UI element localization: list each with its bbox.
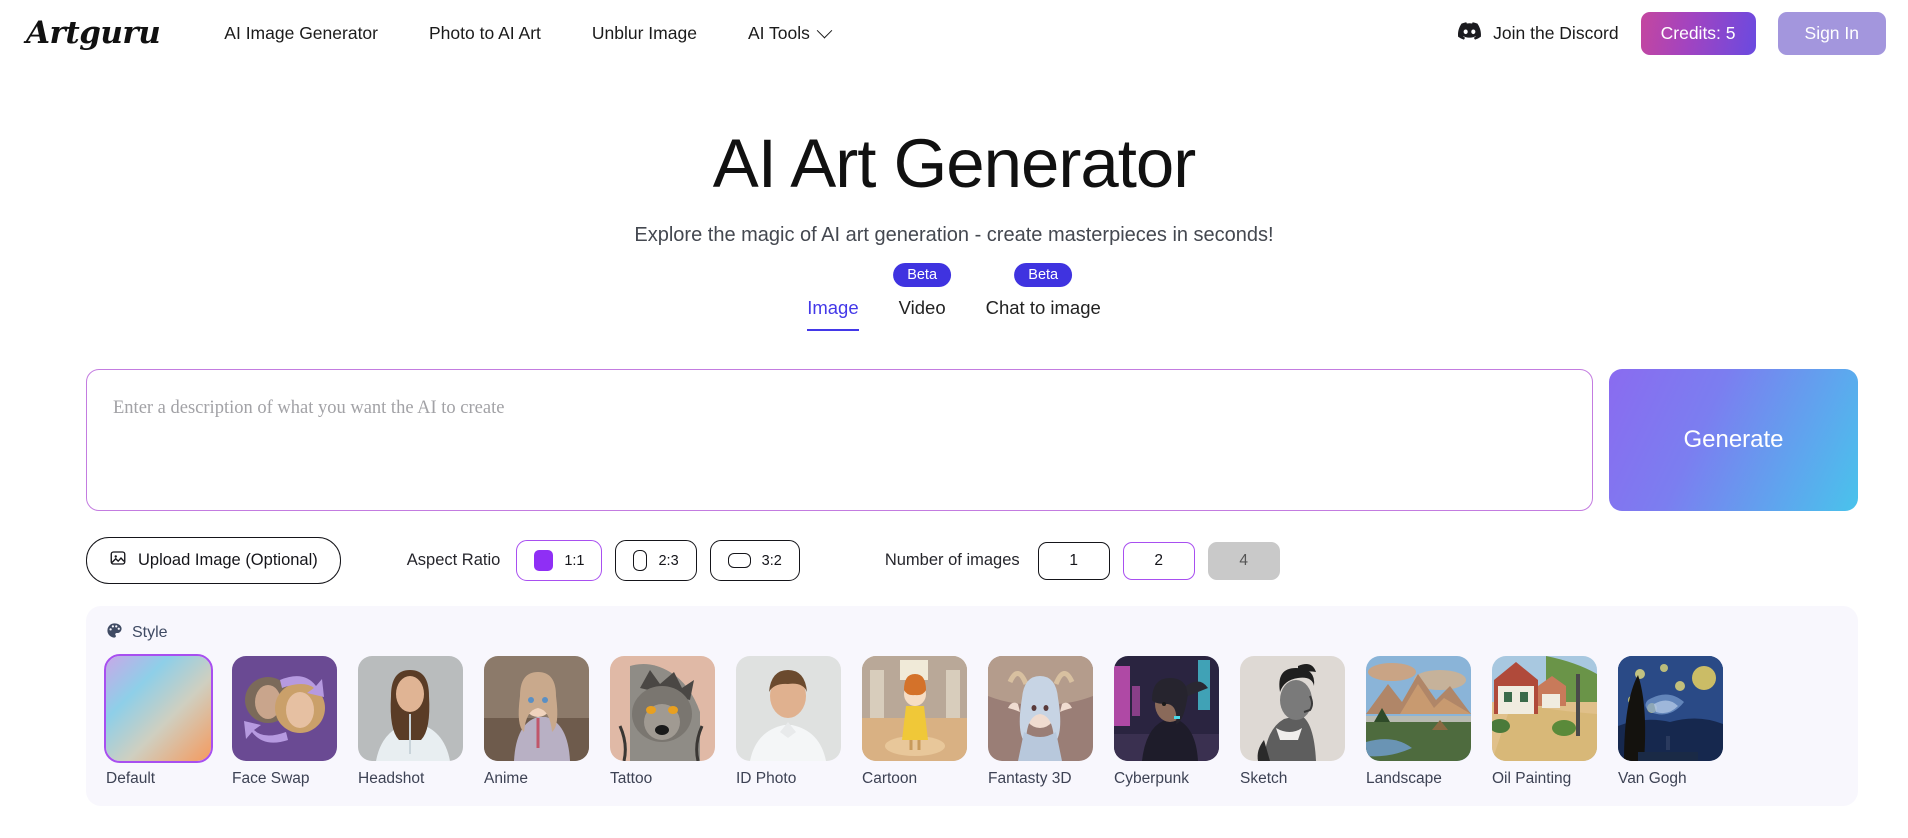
style-item-sketch[interactable]: Sketch [1240, 656, 1345, 788]
aspect-ratio-option-1-1[interactable]: 1:1 [516, 540, 603, 581]
nav-label: Photo to AI Art [429, 22, 541, 43]
style-item-default[interactable]: Default [104, 654, 213, 788]
tab-video[interactable]: Beta Video [893, 263, 952, 331]
style-item-headshot[interactable]: Headshot [358, 656, 463, 788]
style-thumbnail [1114, 656, 1219, 761]
style-item-cartoon[interactable]: Cartoon [862, 656, 967, 788]
number-of-images-group: 1 2 4 [1037, 541, 1280, 580]
nav-label: Unblur Image [591, 22, 697, 43]
image-icon [109, 549, 127, 572]
aspect-ratio-label: Aspect Ratio [406, 551, 501, 569]
style-name: Anime [484, 770, 528, 787]
style-item-cyberpunk[interactable]: Cyberpunk [1114, 656, 1219, 788]
style-name: Fantasty 3D [988, 770, 1072, 787]
style-item-face-swap[interactable]: Face Swap [232, 656, 337, 788]
style-name: Landscape [1366, 770, 1442, 787]
style-item-oil-painting[interactable]: Oil Painting [1492, 656, 1597, 788]
style-thumbnail [358, 656, 463, 761]
prompt-row: Enter a description of what you want the… [86, 369, 1858, 511]
style-item-landscape[interactable]: Landscape [1366, 656, 1471, 788]
beta-badge: Beta [1014, 263, 1073, 287]
number-option-2[interactable]: 2 [1122, 541, 1195, 580]
generate-button[interactable]: Generate [1609, 369, 1858, 511]
page-subtitle: Explore the magic of AI art generation -… [634, 224, 1274, 246]
main-nav: AI Image Generator Photo to AI Art Unblu… [224, 22, 833, 44]
palette-icon [106, 622, 123, 644]
tab-label: Video [898, 297, 946, 318]
style-thumbnail [1366, 656, 1471, 761]
prompt-placeholder: Enter a description of what you want the… [113, 398, 505, 418]
style-thumbnail [1240, 656, 1345, 761]
style-name: Oil Painting [1492, 770, 1572, 787]
beta-badge: Beta [893, 263, 952, 287]
aspect-ratio-value: 2:3 [658, 552, 679, 569]
style-name: Sketch [1240, 770, 1288, 787]
style-panel: Style Default Face Swap Headshot Anime T… [86, 606, 1858, 806]
nav-label: AI Tools [747, 22, 810, 43]
discord-label: Join the Discord [1493, 22, 1619, 43]
style-name: Cyberpunk [1114, 770, 1189, 787]
style-thumbnail [736, 656, 841, 761]
style-item-van-gogh[interactable]: Van Gogh [1618, 656, 1723, 788]
aspect-ratio-option-2-3[interactable]: 2:3 [615, 540, 697, 581]
header-actions: Join the Discord Credits: 5 Sign In [1458, 11, 1886, 55]
aspect-ratio-value: 3:2 [761, 552, 782, 569]
style-thumbnail [232, 656, 337, 761]
style-name: Cartoon [862, 770, 918, 787]
landscape-rect-icon [727, 553, 751, 568]
hero-section: AI Art Generator Explore the magic of AI… [0, 129, 1908, 247]
number-of-images-label: Number of images [884, 551, 1020, 569]
style-item-tattoo[interactable]: Tattoo [610, 656, 715, 788]
style-thumbnail [1618, 656, 1723, 761]
style-thumbnail [610, 656, 715, 761]
style-thumbnail [104, 654, 213, 763]
style-item-fantasty-3d[interactable]: Fantasty 3D [988, 656, 1093, 788]
prompt-input[interactable]: Enter a description of what you want the… [86, 369, 1593, 511]
aspect-ratio-option-3-2[interactable]: 3:2 [709, 540, 800, 581]
tab-label: Image [807, 297, 859, 318]
aspect-ratio-value: 1:1 [564, 552, 585, 569]
sign-in-button[interactable]: Sign In [1777, 11, 1886, 55]
nav-label: AI Image Generator [224, 22, 378, 43]
style-name: Headshot [358, 770, 425, 787]
upload-label: Upload Image (Optional) [138, 551, 318, 569]
site-header: Artguru AI Image Generator Photo to AI A… [0, 0, 1908, 66]
upload-image-button[interactable]: Upload Image (Optional) [86, 537, 341, 584]
discord-icon [1458, 21, 1482, 45]
aspect-ratio-group: 1:1 2:3 3:2 [516, 540, 800, 581]
style-name: Tattoo [610, 770, 653, 787]
nav-item-ai-tools[interactable]: AI Tools [747, 22, 833, 44]
style-thumbnail [484, 656, 589, 761]
mode-tabs: Image Beta Video Beta Chat to image [0, 263, 1908, 331]
style-thumbnail [1492, 656, 1597, 761]
style-item-id-photo[interactable]: ID Photo [736, 656, 841, 788]
style-section-header: Style [106, 622, 1838, 644]
style-name: Default [106, 770, 156, 787]
chevron-down-icon [816, 22, 833, 38]
generation-controls: Upload Image (Optional) Aspect Ratio 1:1… [86, 537, 1908, 584]
style-label: Style [132, 624, 168, 641]
style-thumbnail [988, 656, 1093, 761]
join-discord-link[interactable]: Join the Discord [1458, 21, 1619, 45]
nav-item-photo-to-ai-art[interactable]: Photo to AI Art [429, 23, 541, 44]
tab-chat-to-image[interactable]: Beta Chat to image [985, 263, 1101, 331]
style-name: Face Swap [232, 770, 310, 787]
nav-item-ai-image-generator[interactable]: AI Image Generator [224, 23, 378, 44]
number-option-1[interactable]: 1 [1037, 541, 1110, 580]
style-list: Default Face Swap Headshot Anime Tattoo … [104, 654, 1838, 788]
credits-button[interactable]: Credits: 5 [1640, 11, 1756, 55]
portrait-rect-icon [633, 550, 648, 571]
number-option-4[interactable]: 4 [1207, 541, 1280, 580]
page-title: AI Art Generator [712, 125, 1197, 202]
logo[interactable]: Artguru [26, 15, 161, 51]
style-item-anime[interactable]: Anime [484, 656, 589, 788]
style-name: Van Gogh [1618, 770, 1687, 787]
square-icon [534, 550, 554, 571]
tab-image[interactable]: Image [807, 297, 860, 331]
tab-label: Chat to image [985, 297, 1101, 318]
style-thumbnail [862, 656, 967, 761]
nav-item-unblur-image[interactable]: Unblur Image [592, 23, 697, 44]
style-name: ID Photo [736, 770, 797, 787]
